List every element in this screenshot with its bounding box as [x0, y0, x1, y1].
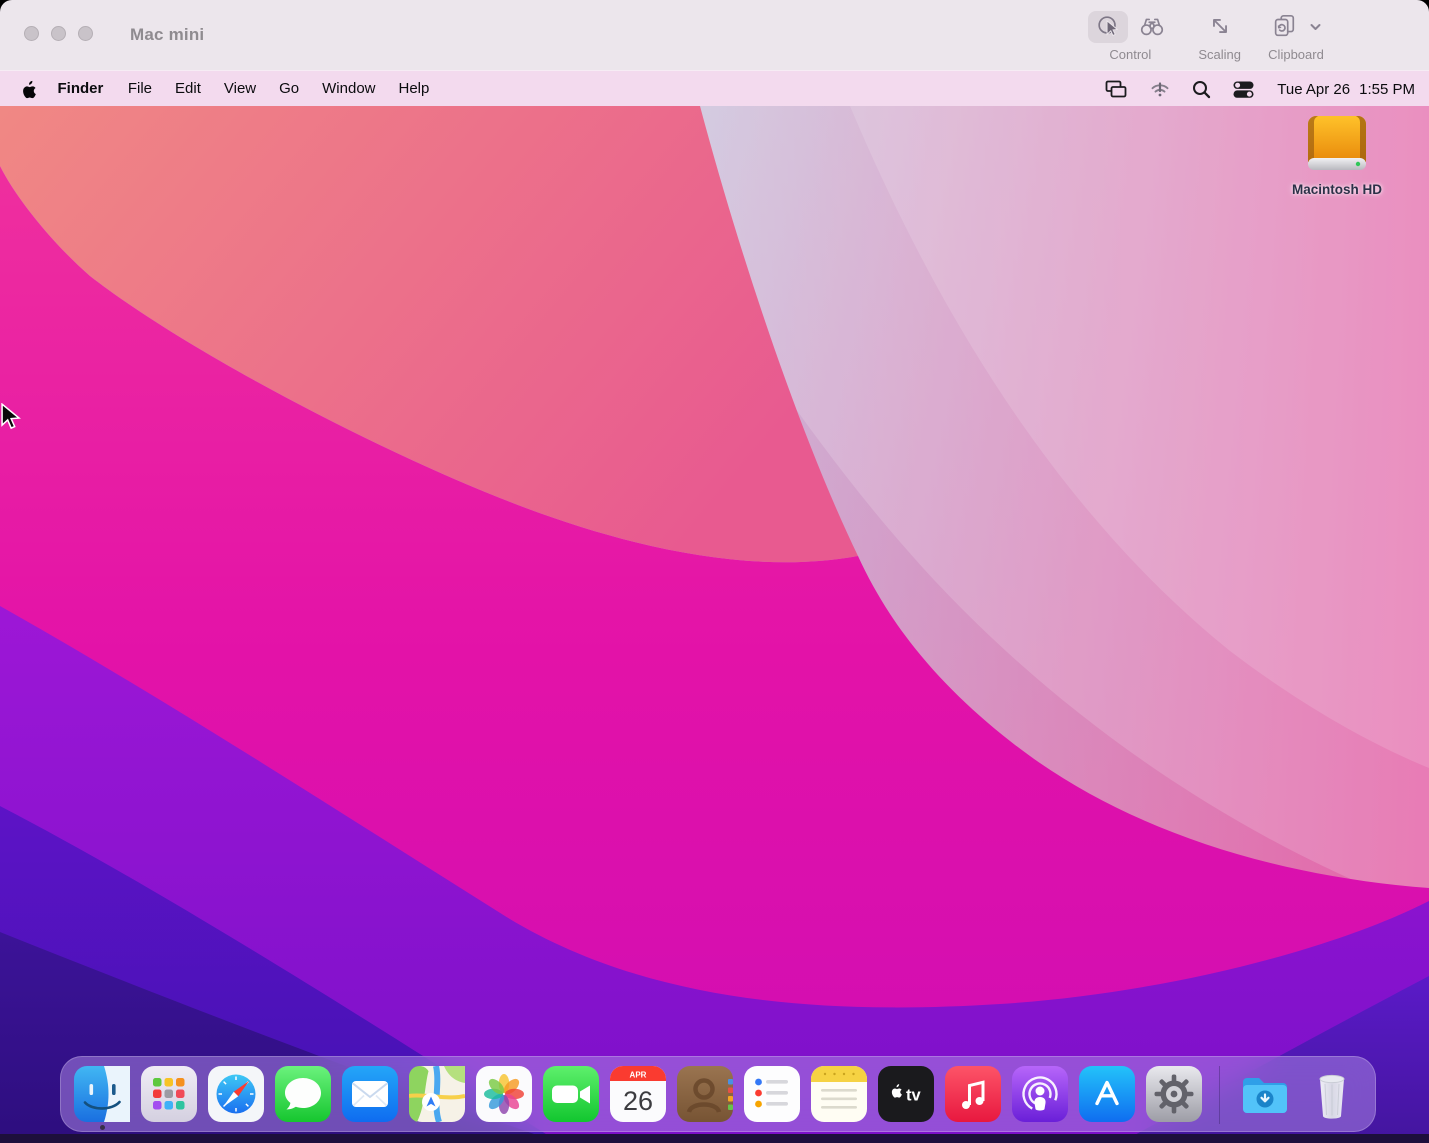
scaling-diagonal-arrows-icon — [1207, 13, 1233, 42]
clipboard-menu-chevron[interactable] — [1305, 11, 1325, 43]
menu-view[interactable]: View — [212, 80, 267, 97]
scaling-button[interactable] — [1200, 11, 1240, 43]
wallpaper-monterey — [0, 106, 1429, 1143]
chevron-down-icon — [1309, 20, 1322, 35]
podcasts-icon — [1012, 1066, 1068, 1122]
dock-item-notes[interactable] — [811, 1066, 867, 1122]
clipboard-sync-icon — [1271, 12, 1297, 43]
dock-item-system-preferences[interactable] — [1146, 1066, 1202, 1122]
control-mode-button[interactable] — [1088, 11, 1128, 43]
svg-text:26: 26 — [623, 1086, 653, 1116]
toolbar-group-control: Control — [1088, 10, 1172, 62]
dock-item-trash[interactable] — [1304, 1066, 1360, 1122]
desktop[interactable]: Macintosh HD APR 26 — [0, 106, 1429, 1143]
screen-bottom-edge — [0, 1134, 1429, 1143]
menu-help[interactable]: Help — [387, 80, 441, 97]
dock: APR 26 tv — [60, 1056, 1376, 1132]
clipboard-button[interactable] — [1267, 11, 1301, 43]
observe-mode-button[interactable] — [1132, 11, 1172, 43]
dock-item-messages[interactable] — [275, 1066, 331, 1122]
running-indicator-dot — [100, 1125, 105, 1130]
reminders-icon — [744, 1066, 800, 1122]
window-title: Mac mini — [130, 0, 204, 70]
menu-edit[interactable]: Edit — [164, 80, 213, 97]
dock-item-mail[interactable] — [342, 1066, 398, 1122]
control-center-icon[interactable] — [1231, 79, 1256, 100]
toolbar-label-clipboard: Clipboard — [1268, 47, 1324, 62]
toolbar-group-clipboard: Clipboard — [1267, 10, 1325, 62]
binoculars-icon — [1138, 13, 1166, 42]
dock-item-apple-tv[interactable]: tv — [878, 1066, 934, 1122]
close-button[interactable] — [24, 26, 39, 41]
app-store-icon — [1079, 1066, 1135, 1122]
toolbar: Control Scaling — [1088, 10, 1325, 62]
desktop-icon-macintosh-hd[interactable]: Macintosh HD — [1281, 114, 1393, 197]
toolbar-label-control: Control — [1109, 47, 1151, 62]
menu-bar: FinderFileEditViewGoWindowHelp — [0, 71, 1429, 107]
menu-window[interactable]: Window — [311, 80, 387, 97]
dock-item-podcasts[interactable] — [1012, 1066, 1068, 1122]
screen-mirroring-icon[interactable] — [1102, 78, 1129, 100]
dock-item-facetime[interactable] — [543, 1066, 599, 1122]
dock-item-photos[interactable] — [476, 1066, 532, 1122]
toolbar-group-scaling: Scaling — [1198, 10, 1241, 62]
traffic-lights — [24, 26, 93, 41]
finder-icon — [74, 1066, 130, 1122]
photos-icon — [476, 1066, 532, 1122]
calendar-icon: APR 26 — [610, 1066, 666, 1122]
apple-logo-icon[interactable] — [21, 80, 37, 99]
downloads-folder-icon — [1237, 1066, 1293, 1122]
menu-go[interactable]: Go — [268, 80, 311, 97]
maps-icon — [409, 1066, 465, 1122]
dock-item-launchpad[interactable] — [141, 1066, 197, 1122]
launchpad-icon — [141, 1066, 197, 1122]
dock-separator — [1219, 1066, 1220, 1124]
dock-item-maps[interactable] — [409, 1066, 465, 1122]
dock-item-calendar[interactable]: APR 26 — [610, 1066, 666, 1122]
facetime-icon — [543, 1066, 599, 1122]
clock-time: 1:55 PM — [1359, 81, 1415, 98]
toolbar-label-scaling: Scaling — [1198, 47, 1241, 62]
desktop-icon-label: Macintosh HD — [1292, 182, 1382, 197]
title-bar: Mac mini — [0, 0, 1429, 71]
music-icon — [945, 1066, 1001, 1122]
dock-item-finder[interactable] — [74, 1066, 130, 1122]
clock-date: Tue Apr 26 — [1277, 81, 1350, 98]
wifi-alert-icon[interactable] — [1148, 79, 1172, 99]
screen-sharing-window: Mac mini — [0, 0, 1429, 1143]
safari-icon — [208, 1066, 264, 1122]
dock-item-downloads[interactable] — [1237, 1066, 1293, 1122]
apple-tv-icon: tv — [878, 1066, 934, 1122]
remote-control-cursor-icon — [1095, 13, 1121, 42]
menu-file[interactable]: File — [116, 80, 163, 97]
spotlight-search-icon[interactable] — [1191, 79, 1212, 100]
dock-item-reminders[interactable] — [744, 1066, 800, 1122]
svg-text:APR: APR — [630, 1071, 647, 1080]
contacts-icon — [677, 1066, 733, 1122]
dock-item-music[interactable] — [945, 1066, 1001, 1122]
menu-bar-clock[interactable]: Tue Apr 26 1:55 PM — [1277, 81, 1415, 98]
trash-icon — [1304, 1066, 1360, 1122]
messages-icon — [275, 1066, 331, 1122]
mail-icon — [342, 1066, 398, 1122]
minimize-button[interactable] — [51, 26, 66, 41]
menu-finder[interactable]: Finder — [46, 80, 116, 97]
external-drive-orange-icon — [1304, 114, 1370, 179]
svg-text:tv: tv — [906, 1087, 921, 1105]
dock-item-contacts[interactable] — [677, 1066, 733, 1122]
zoom-button[interactable] — [78, 26, 93, 41]
dock-item-app-store[interactable] — [1079, 1066, 1135, 1122]
dock-item-safari[interactable] — [208, 1066, 264, 1122]
system-preferences-icon — [1146, 1066, 1202, 1122]
notes-icon — [811, 1066, 867, 1122]
